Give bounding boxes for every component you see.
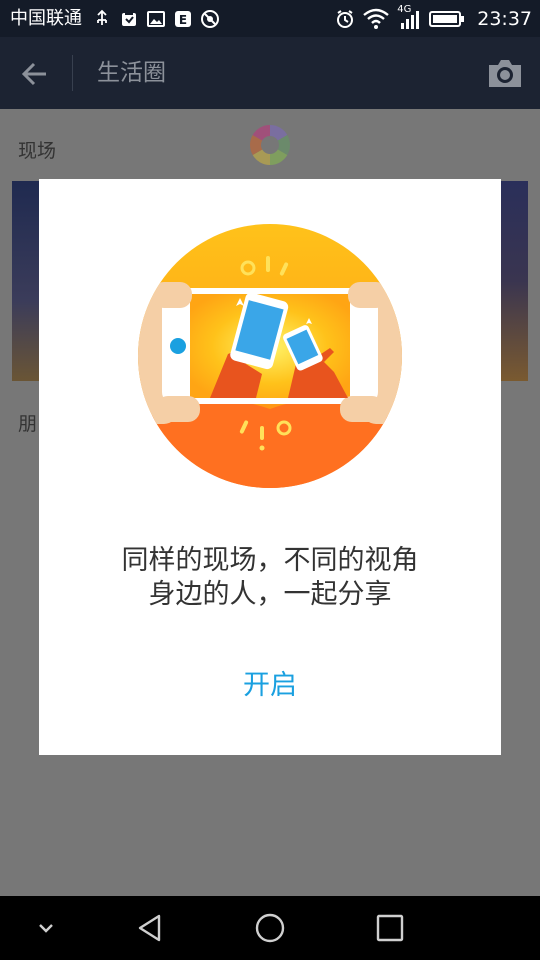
network-type: 4G — [397, 4, 412, 15]
battery-icon — [429, 11, 465, 27]
dialog-message-line-2: 身边的人，一起分享 — [148, 579, 392, 610]
clock: 23:37 — [477, 8, 532, 30]
alarm-icon — [337, 10, 354, 28]
usb-icon — [97, 9, 107, 25]
section-label-live: 现场 — [18, 140, 57, 162]
signal-indicator: 4G — [397, 4, 421, 30]
section-label-friends: 朋 — [18, 413, 38, 435]
share-illustration — [138, 224, 402, 488]
feature-intro-dialog: 同样的现场，不同的视角 身边的人，一起分享 开启 — [39, 179, 501, 755]
status-icons-left: E — [92, 8, 220, 30]
sync-icon — [201, 10, 219, 28]
open-button[interactable]: 开启 — [210, 664, 330, 708]
status-icons-right: 4G 23:37 — [335, 4, 532, 32]
svg-text:E: E — [179, 13, 187, 27]
back-icon[interactable] — [132, 910, 168, 946]
appbar-divider — [72, 55, 73, 91]
camera-icon[interactable] — [486, 57, 524, 89]
system-nav-bar — [0, 896, 540, 960]
status-bar: 中国联通 E 4G 23:37 — [0, 0, 540, 37]
wifi-icon — [363, 8, 390, 29]
back-arrow-icon[interactable] — [18, 57, 52, 91]
dialog-message-line-1: 同样的现场，不同的视角 — [121, 545, 419, 576]
app-bar: 生活圈 — [0, 37, 540, 109]
home-icon[interactable] — [252, 910, 288, 946]
page-title: 生活圈 — [97, 60, 166, 86]
carrier-name: 中国联通 — [10, 8, 82, 29]
notification-icon — [122, 11, 136, 26]
image-icon — [147, 11, 165, 27]
banner-image — [498, 181, 528, 381]
recents-icon[interactable] — [372, 910, 408, 946]
app-logo — [250, 125, 290, 165]
banner-image — [12, 181, 42, 381]
app-icon: E — [175, 11, 191, 27]
collapse-icon[interactable] — [28, 910, 64, 946]
